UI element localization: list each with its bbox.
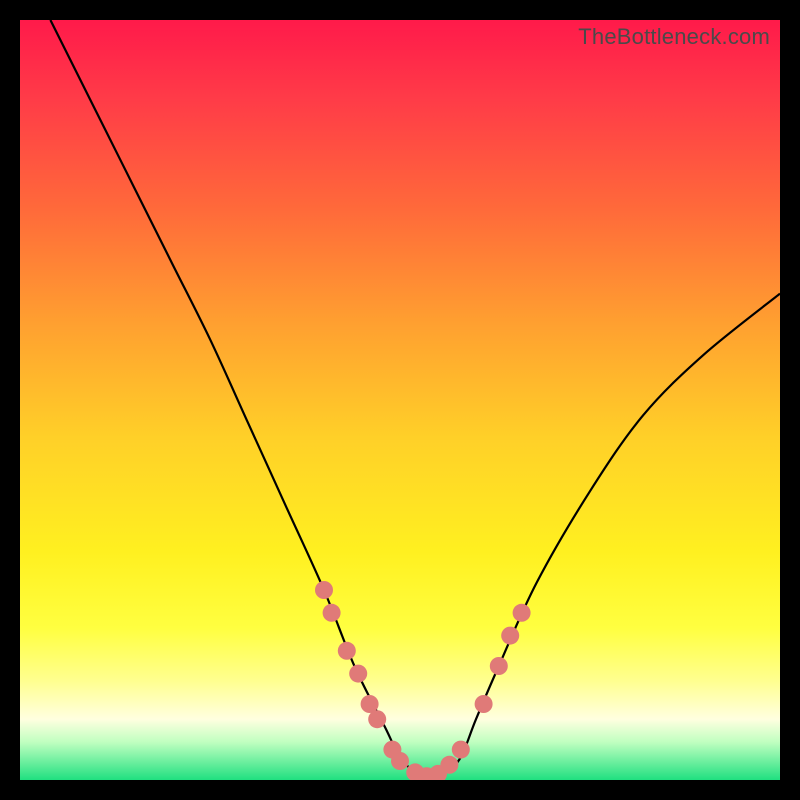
curve-marker (338, 642, 356, 660)
curve-marker (391, 752, 409, 770)
curve-marker (475, 695, 493, 713)
curve-marker (349, 665, 367, 683)
curve-marker (323, 604, 341, 622)
curve-marker (513, 604, 531, 622)
chart-svg (20, 20, 780, 780)
curve-marker (440, 756, 458, 774)
curve-marker (501, 627, 519, 645)
curve-markers (315, 581, 531, 780)
curve-marker (490, 657, 508, 675)
curve-marker (315, 581, 333, 599)
chart-area: TheBottleneck.com (20, 20, 780, 780)
curve-marker (368, 710, 386, 728)
curve-marker (452, 741, 470, 759)
main-curve (50, 20, 780, 780)
